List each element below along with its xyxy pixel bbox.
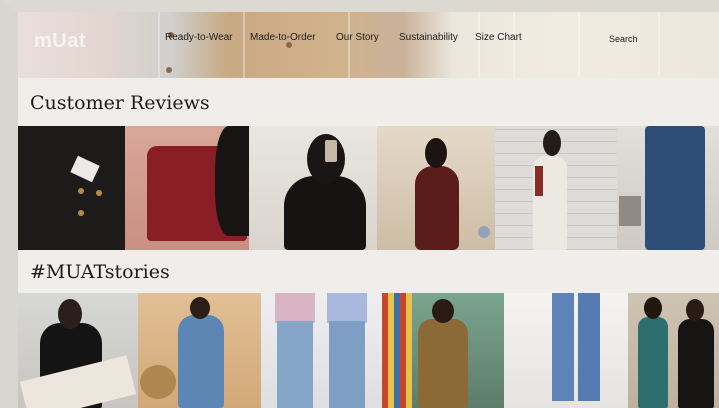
nav-size-chart[interactable]: Size Chart	[475, 32, 522, 43]
story-photo[interactable]	[504, 293, 628, 408]
nav-our-story[interactable]: Our Story	[336, 32, 379, 43]
brand-logo[interactable]: mUat	[34, 30, 86, 53]
review-photo[interactable]	[377, 126, 495, 250]
customer-reviews-gallery	[18, 126, 719, 250]
review-photo[interactable]	[617, 126, 719, 250]
story-photo[interactable]	[261, 293, 382, 408]
story-photo[interactable]	[382, 293, 504, 408]
story-photo[interactable]	[18, 293, 138, 408]
nav-ready-to-wear[interactable]: Ready-to-Wear	[165, 32, 233, 43]
muat-stories-gallery	[18, 293, 719, 408]
nav-sustainability[interactable]: Sustainability	[399, 32, 458, 43]
muat-stories-title: #MUATstories	[30, 261, 170, 283]
review-photo[interactable]	[18, 126, 125, 250]
review-photo[interactable]	[125, 126, 249, 250]
review-photo[interactable]	[249, 126, 377, 250]
story-photo[interactable]	[138, 293, 261, 408]
nav-made-to-order[interactable]: Made-to-Order	[250, 32, 316, 43]
review-photo[interactable]	[495, 126, 617, 250]
story-photo[interactable]	[628, 293, 719, 408]
search-link[interactable]: Search	[609, 34, 638, 44]
customer-reviews-title: Customer Reviews	[30, 92, 210, 114]
hero-banner: mUat Ready-to-Wear Made-to-Order Our Sto…	[18, 12, 719, 78]
